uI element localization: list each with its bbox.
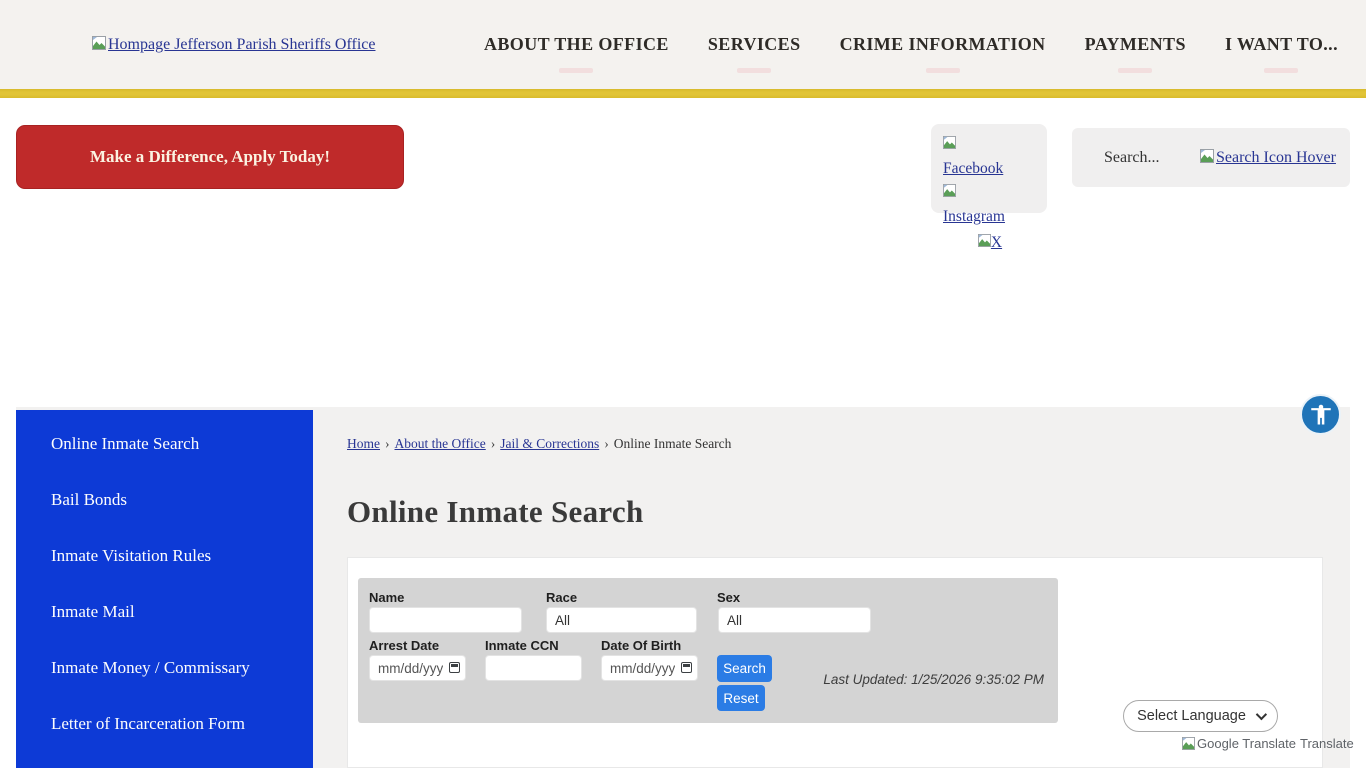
breadcrumb-current: Online Inmate Search <box>614 436 732 451</box>
sidebar-item-label: Letter of Incarceration Form <box>51 714 245 734</box>
accessibility-widget-button[interactable] <box>1300 394 1341 435</box>
nav-crime-information[interactable]: CRIME INFORMATION <box>838 28 1048 61</box>
content-band: Online Inmate Search Bail Bonds Inmate V… <box>16 407 1350 768</box>
inmate-search-card: Name Race Sex Arrest Date Inmate CCN Dat… <box>347 557 1323 768</box>
nav-underline-indicator <box>559 68 593 73</box>
inmate-ccn-label: Inmate CCN <box>485 638 559 653</box>
translate-label: Translate <box>1300 736 1354 751</box>
main-nav: ABOUT THE OFFICE SERVICES CRIME INFORMAT… <box>482 0 1340 89</box>
broken-image-icon <box>978 234 991 247</box>
nav-underline-indicator <box>737 68 771 73</box>
breadcrumb-jail-corrections[interactable]: Jail & Corrections <box>500 436 599 451</box>
google-translate-link[interactable]: Google Translate <box>1182 736 1296 751</box>
broken-image-icon <box>943 184 956 197</box>
race-label: Race <box>546 590 577 605</box>
last-updated-text: Last Updated: 1/25/2026 9:35:02 PM <box>823 672 1044 687</box>
search-icon-alt-text: Search Icon Hover <box>1216 149 1336 167</box>
apply-today-button[interactable]: Make a Difference, Apply Today! <box>16 125 404 189</box>
breadcrumb: Home › About the Office › Jail & Corrections… <box>347 436 731 452</box>
google-translate-attribution: Google Translate Translate <box>1182 736 1354 751</box>
instagram-alt-text: Instagram <box>943 208 1005 225</box>
site-search-bar: Search Icon Hover <box>1072 128 1350 187</box>
home-logo-link[interactable]: Hompage Jefferson Parish Sheriffs Office <box>92 36 376 55</box>
nav-label: I WANT TO... <box>1225 34 1338 54</box>
main-content: Home › About the Office › Jail & Corrections… <box>347 407 1350 768</box>
broken-image-icon <box>92 36 106 55</box>
facebook-alt-text: Facebook <box>943 160 1003 177</box>
x-cell: X <box>943 231 1037 255</box>
instagram-link[interactable]: Instagram <box>943 184 1005 225</box>
calendar-icon[interactable] <box>681 662 694 675</box>
logo-alt-text: Hompage Jefferson Parish Sheriffs Office <box>108 36 376 54</box>
sidebar-item-label: Inmate Mail <box>51 602 135 622</box>
nav-label: PAYMENTS <box>1085 34 1186 54</box>
social-links-box: Facebook Instagram X <box>931 124 1047 213</box>
language-select[interactable]: Select Language <box>1123 700 1278 732</box>
broken-image-icon <box>1200 149 1214 163</box>
facebook-cell: Facebook <box>943 133 987 181</box>
nav-label: ABOUT THE OFFICE <box>484 34 669 54</box>
site-header: Hompage Jefferson Parish Sheriffs Office… <box>0 0 1366 89</box>
google-translate-alt-text: Google Translate <box>1197 736 1296 751</box>
language-select-label: Select Language <box>1137 708 1246 724</box>
accessibility-person-icon <box>1308 402 1334 428</box>
search-submit-link[interactable]: Search Icon Hover <box>1200 149 1336 167</box>
race-select[interactable] <box>546 607 697 633</box>
nav-underline-indicator <box>1118 68 1152 73</box>
nav-about-the-office[interactable]: ABOUT THE OFFICE <box>482 28 671 61</box>
nav-label: CRIME INFORMATION <box>840 34 1046 54</box>
broken-image-icon <box>1182 737 1195 750</box>
sidebar-item-inmate-money-commissary[interactable]: Inmate Money / Commissary <box>16 640 313 696</box>
chevron-down-icon <box>1256 709 1267 720</box>
sidebar-item-label: Bail Bonds <box>51 490 127 510</box>
breadcrumb-separator: › <box>491 436 496 451</box>
name-input[interactable] <box>369 607 522 633</box>
nav-underline-indicator <box>1264 68 1298 73</box>
broken-image-icon <box>943 136 956 149</box>
inmate-ccn-input[interactable] <box>485 655 582 681</box>
sidebar-item-inmate-visitation-rules[interactable]: Inmate Visitation Rules <box>16 528 313 584</box>
sidebar-item-label: Inmate Visitation Rules <box>51 546 211 566</box>
section-sidebar: Online Inmate Search Bail Bonds Inmate V… <box>16 410 313 768</box>
nav-payments[interactable]: PAYMENTS <box>1083 28 1188 61</box>
arrest-date-label: Arrest Date <box>369 638 439 653</box>
reset-button[interactable]: Reset <box>717 685 765 711</box>
gold-accent-bar <box>0 89 1366 98</box>
instagram-cell: Instagram <box>943 181 987 229</box>
sidebar-item-label: Online Inmate Search <box>51 434 199 454</box>
breadcrumb-home[interactable]: Home <box>347 436 380 451</box>
facebook-link[interactable]: Facebook <box>943 136 1003 177</box>
page-title: Online Inmate Search <box>347 494 644 530</box>
sidebar-item-inmate-mail[interactable]: Inmate Mail <box>16 584 313 640</box>
sidebar-item-online-inmate-search[interactable]: Online Inmate Search <box>16 416 313 472</box>
search-button[interactable]: Search <box>717 655 772 682</box>
sex-select[interactable] <box>718 607 871 633</box>
x-link[interactable]: X <box>978 234 1002 251</box>
breadcrumb-separator: › <box>385 436 390 451</box>
sidebar-item-label: Inmate Money / Commissary <box>51 658 250 678</box>
sex-label: Sex <box>717 590 740 605</box>
x-alt-text: X <box>991 234 1002 251</box>
breadcrumb-about-the-office[interactable]: About the Office <box>395 436 486 451</box>
nav-label: SERVICES <box>708 34 801 54</box>
calendar-icon[interactable] <box>449 662 462 675</box>
nav-i-want-to[interactable]: I WANT TO... <box>1223 28 1340 61</box>
nav-underline-indicator <box>926 68 960 73</box>
breadcrumb-separator: › <box>604 436 609 451</box>
sidebar-item-bail-bonds[interactable]: Bail Bonds <box>16 472 313 528</box>
name-label: Name <box>369 590 404 605</box>
sidebar-item-letter-of-incarceration[interactable]: Letter of Incarceration Form <box>16 696 313 752</box>
page-root: Hompage Jefferson Parish Sheriffs Office… <box>0 0 1366 768</box>
search-input[interactable] <box>1104 149 1196 167</box>
dob-label: Date Of Birth <box>601 638 681 653</box>
nav-services[interactable]: SERVICES <box>706 28 803 61</box>
inmate-search-form: Name Race Sex Arrest Date Inmate CCN Dat… <box>358 578 1058 723</box>
